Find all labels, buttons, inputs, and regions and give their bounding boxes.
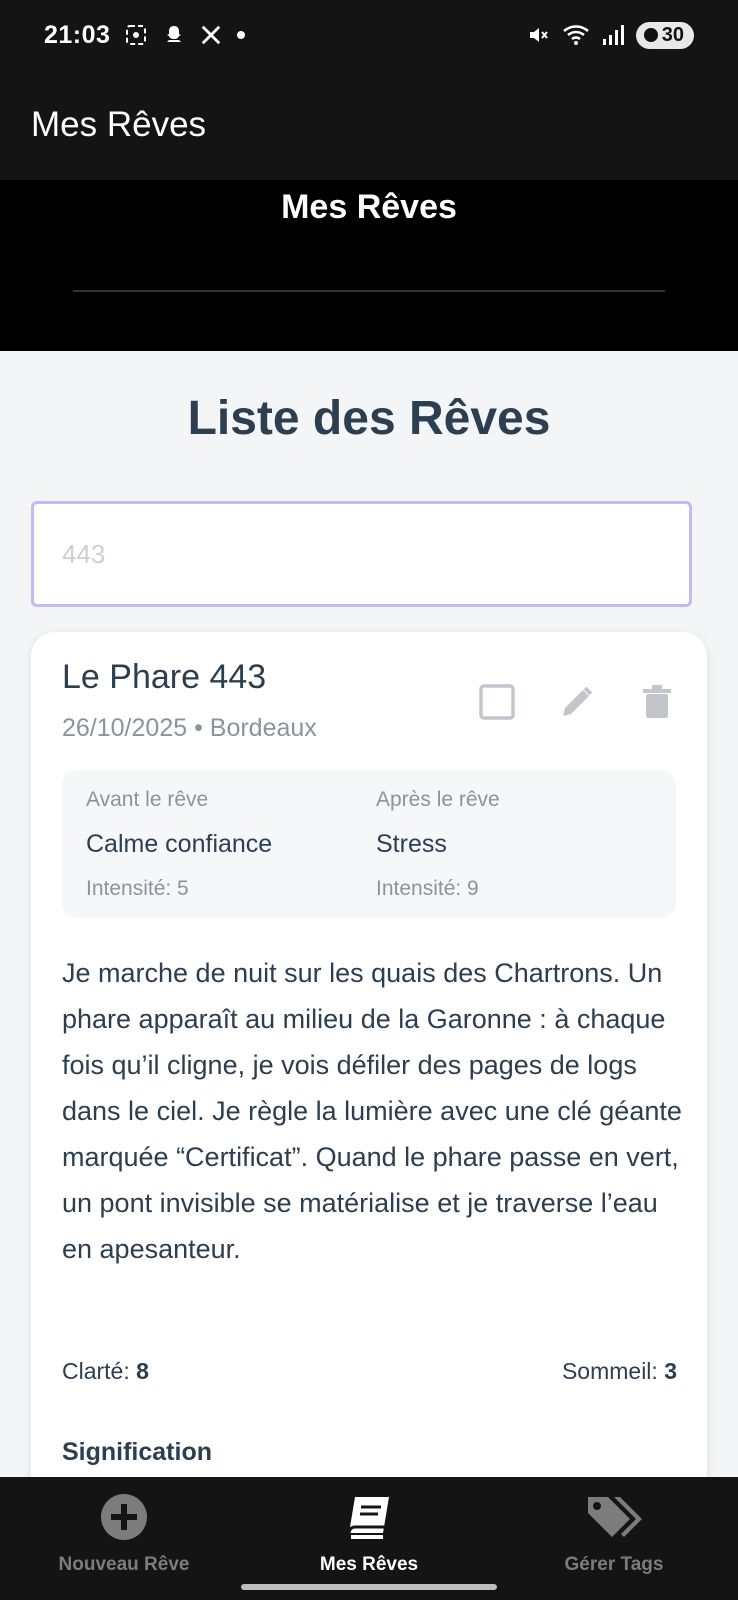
- book-icon: [343, 1493, 395, 1546]
- nav-manage-tags-label: Gérer Tags: [564, 1554, 664, 1575]
- nav-my-dreams-label: Mes Rêves: [319, 1554, 419, 1575]
- dream-meta: 26/10/2025 • Bordeaux: [62, 714, 317, 742]
- status-right: 30: [526, 21, 694, 49]
- signification-heading: Signification: [62, 1438, 212, 1466]
- nav-new-dream[interactable]: Nouveau Rêve: [40, 1477, 208, 1577]
- emotion-summary: Avant le rêve Calme confiance Intensité:…: [62, 770, 676, 918]
- status-time: 21:03: [44, 20, 111, 49]
- header-section: Mes Rêves: [0, 180, 738, 351]
- emotion-before: Avant le rêve Calme confiance Intensité:…: [86, 788, 272, 901]
- select-checkbox[interactable]: [477, 682, 517, 722]
- app-bar-title: Mes Rêves: [31, 105, 207, 144]
- add-circle-icon: [100, 1493, 148, 1546]
- battery-level: 30: [661, 23, 684, 46]
- header-divider: [73, 290, 665, 292]
- x-icon: [200, 24, 222, 46]
- bottom-nav: Nouveau Rêve Mes Rêves Gérer Tags: [0, 1477, 738, 1600]
- delete-icon[interactable]: [637, 682, 677, 722]
- emotion-after-intensity: Intensité: 9: [376, 877, 479, 900]
- dream-card[interactable]: Le Phare 443 26/10/2025 • Bordeaux Avant…: [31, 632, 707, 1600]
- nav-manage-tags[interactable]: Gérer Tags: [530, 1477, 698, 1577]
- dream-title: Le Phare 443: [62, 658, 267, 696]
- emotion-before-label: Avant le rêve: [86, 788, 209, 811]
- status-left: 21:03: [44, 21, 246, 50]
- home-indicator[interactable]: [241, 1584, 497, 1590]
- edit-icon[interactable]: [557, 682, 597, 722]
- card-actions: [477, 682, 677, 722]
- wifi-icon: [562, 23, 590, 47]
- header-title: Mes Rêves: [281, 188, 457, 226]
- nav-my-dreams[interactable]: Mes Rêves: [285, 1477, 453, 1577]
- page-title: Liste des Rêves: [187, 392, 551, 445]
- sleep-value: 3: [664, 1358, 677, 1384]
- dream-description: Je marche de nuit sur les quais des Char…: [62, 958, 682, 1264]
- emotion-after: Après le rêve Stress Intensité: 9: [376, 788, 500, 901]
- nav-new-dream-label: Nouveau Rêve: [58, 1554, 190, 1575]
- search-input[interactable]: [31, 501, 692, 607]
- sleep-label: Sommeil:: [561, 1358, 658, 1384]
- sleep-stat: Sommeil: 3: [562, 1358, 677, 1385]
- emotion-before-value: Calme confiance: [86, 830, 273, 858]
- status-bar: 21:03 30: [0, 0, 738, 70]
- battery-icon: [643, 28, 658, 42]
- mute-icon: [526, 23, 550, 47]
- clarity-label: Clarté:: [62, 1358, 130, 1384]
- emotion-after-label: Après le rêve: [376, 788, 500, 811]
- emotion-after-value: Stress: [376, 830, 447, 858]
- tags-icon: [584, 1493, 644, 1546]
- app-bar: Mes Rêves: [0, 70, 738, 180]
- dot-icon: [236, 30, 246, 40]
- clarity-value: 8: [136, 1358, 149, 1384]
- snapchat-icon: [162, 23, 186, 47]
- clarity-stat: Clarté: 8: [62, 1358, 149, 1385]
- screenshot-icon: [124, 23, 148, 47]
- battery-indicator: 30: [635, 21, 694, 49]
- emotion-before-intensity: Intensité: 5: [86, 877, 189, 900]
- signal-icon: [602, 24, 624, 46]
